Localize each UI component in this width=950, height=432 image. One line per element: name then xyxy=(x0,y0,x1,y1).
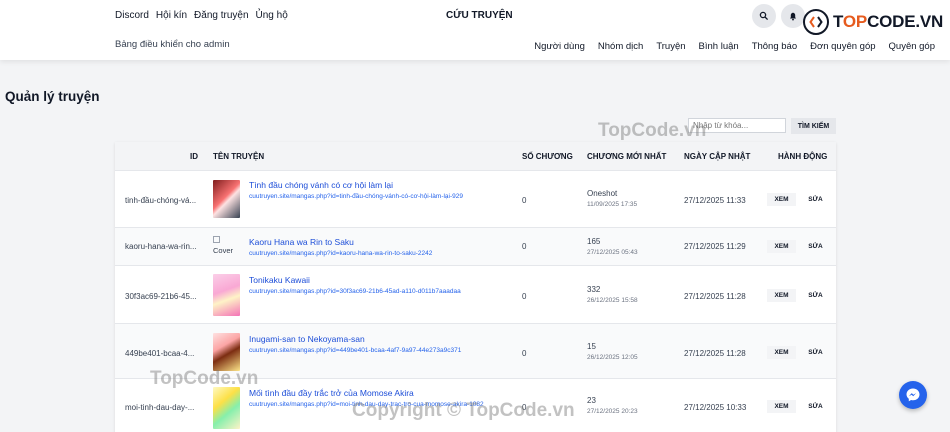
nav-dang-truyen[interactable]: Đăng truyện xyxy=(194,10,248,21)
manga-table: ID TÊN TRUYỆN SỐ CHƯƠNG CHƯƠNG MỚI NHẤT … xyxy=(115,142,836,432)
top-nav: Discord Hội kín Đăng truyện Ủng hộ xyxy=(115,10,288,21)
nav-discord[interactable]: Discord xyxy=(115,10,149,21)
nav-hoi-kin[interactable]: Hội kín xyxy=(156,10,187,21)
manga-url-link[interactable]: cuutruyen.site/mangas.php?id=449be401-bc… xyxy=(249,347,461,354)
page-title: Quản lý truyện xyxy=(5,89,100,104)
chapter-count: 0 xyxy=(522,403,527,412)
edit-button[interactable]: SỬA xyxy=(801,400,830,413)
brand-title[interactable]: CỨU TRUYỆN xyxy=(446,10,513,21)
cover-alt-text: Cover xyxy=(213,246,234,255)
admin-nav-users[interactable]: Người dùng xyxy=(534,41,585,52)
row-id: moi-tinh-dau-day-... xyxy=(125,403,195,412)
logo-text: TOPCODE.VN xyxy=(833,12,944,31)
table-row: moi-tinh-dau-day-... Mối tình đầu đầy tr… xyxy=(115,378,836,432)
manga-url-link[interactable]: cuutruyen.site/mangas.php?id=tinh-đầu-ch… xyxy=(249,193,463,200)
cover-image[interactable] xyxy=(213,333,240,371)
latest-chapter-date: 27/12/2025 20:23 xyxy=(587,408,638,415)
admin-nav-notifications[interactable]: Thông báo xyxy=(752,41,797,52)
table-row: tinh-đầu-chóng-vá... Tình đầu chóng vánh… xyxy=(115,170,836,227)
latest-chapter-date: 26/12/2025 12:05 xyxy=(587,354,638,361)
row-id: kaoru-hana-wa-rin... xyxy=(125,242,197,251)
messenger-chat-button[interactable] xyxy=(899,381,927,409)
view-button[interactable]: XEM xyxy=(767,400,796,413)
admin-subtitle: Bảng điều khiển cho admin xyxy=(115,39,230,50)
broken-image-icon xyxy=(213,236,220,243)
cover-image[interactable] xyxy=(213,387,240,429)
updated-date: 27/12/2025 11:29 xyxy=(684,242,746,251)
manga-title-link[interactable]: Kaoru Hana wa Rin to Saku xyxy=(249,237,354,247)
edit-button[interactable]: SỬA xyxy=(801,193,830,206)
view-button[interactable]: XEM xyxy=(767,289,796,302)
search-submit-button[interactable]: TÌM KIẾM xyxy=(791,118,836,134)
manga-title-link[interactable]: Tonikaku Kawaii xyxy=(249,275,310,285)
row-id: tinh-đầu-chóng-vá... xyxy=(125,196,197,205)
col-actions: HÀNH ĐỘNG xyxy=(778,152,828,161)
manga-url-link[interactable]: cuutruyen.site/mangas.php?id=moi-tinh-da… xyxy=(249,401,484,408)
admin-nav-groups[interactable]: Nhóm dịch xyxy=(598,41,643,52)
edit-button[interactable]: SỬA xyxy=(801,289,830,302)
topcode-logo: TOPCODE.VN xyxy=(803,9,943,35)
latest-chapter-date: 26/12/2025 15:58 xyxy=(587,297,638,304)
admin-nav: Người dùng Nhóm dịch Truyện Bình luận Th… xyxy=(534,41,935,52)
view-button[interactable]: XEM xyxy=(767,193,796,206)
chapter-count: 0 xyxy=(522,349,527,358)
chapter-count: 0 xyxy=(522,292,527,301)
edit-button[interactable]: SỬA xyxy=(801,346,830,359)
chapter-count: 0 xyxy=(522,242,527,251)
app-header: Discord Hội kín Đăng truyện Ủng hộ CỨU T… xyxy=(0,0,950,60)
chapter-count: 0 xyxy=(522,196,527,205)
admin-nav-donations[interactable]: Quyên góp xyxy=(889,41,935,52)
cover-image[interactable] xyxy=(213,274,240,316)
latest-chapter: 23 xyxy=(587,396,596,405)
manga-title-link[interactable]: Tình đầu chóng vánh có cơ hội làm lại xyxy=(249,180,393,190)
search-button[interactable] xyxy=(752,4,776,28)
col-id: ID xyxy=(190,152,198,161)
row-id: 30f3ac69-21b6-45... xyxy=(125,292,197,301)
latest-chapter-date: 27/12/2025 05:43 xyxy=(587,249,638,256)
logo-mark xyxy=(803,9,829,35)
admin-nav-donation-requests[interactable]: Đơn quyên góp xyxy=(810,41,875,52)
row-id: 449be401-bcaa-4... xyxy=(125,349,195,358)
bell-icon xyxy=(790,12,796,21)
edit-button[interactable]: SỬA xyxy=(801,240,830,253)
admin-nav-comments[interactable]: Bình luận xyxy=(699,41,739,52)
code-bracket-icon xyxy=(809,16,823,28)
search-input[interactable] xyxy=(688,118,786,133)
col-chapters: SỐ CHƯƠNG xyxy=(522,152,573,161)
updated-date: 27/12/2025 11:28 xyxy=(684,292,746,301)
search-icon xyxy=(759,11,769,21)
nav-ung-ho[interactable]: Ủng hộ xyxy=(256,10,288,21)
col-updated: NGÀY CẬP NHẬT xyxy=(684,152,751,161)
latest-chapter: Oneshot xyxy=(587,189,618,198)
view-button[interactable]: XEM xyxy=(767,346,796,359)
manga-url-link[interactable]: cuutruyen.site/mangas.php?id=kaoru-hana-… xyxy=(249,250,432,257)
cover-image[interactable] xyxy=(213,180,240,218)
updated-date: 27/12/2025 11:28 xyxy=(684,349,746,358)
latest-chapter: 165 xyxy=(587,237,601,246)
col-latest: CHƯƠNG MỚI NHẤT xyxy=(587,152,667,161)
manga-title-link[interactable]: Inugami-san to Nekoyama-san xyxy=(249,334,365,344)
latest-chapter-date: 11/09/2025 17:35 xyxy=(587,201,638,208)
cover-image-broken[interactable] xyxy=(213,236,220,243)
notification-button[interactable] xyxy=(781,4,805,28)
manga-url-link[interactable]: cuutruyen.site/mangas.php?id=30f3ac69-21… xyxy=(249,288,461,295)
updated-date: 27/12/2025 11:33 xyxy=(684,196,746,205)
latest-chapter: 15 xyxy=(587,342,596,351)
table-row: 30f3ac69-21b6-45... Tonikaku Kawaii cuut… xyxy=(115,265,836,323)
admin-nav-stories[interactable]: Truyện xyxy=(656,41,685,52)
messenger-icon xyxy=(906,388,920,402)
manga-title-link[interactable]: Mối tình đầu đầy trắc trở của Momose Aki… xyxy=(249,388,414,398)
view-button[interactable]: XEM xyxy=(767,240,796,253)
table-row: kaoru-hana-wa-rin... Cover Kaoru Hana wa… xyxy=(115,227,836,265)
col-title: TÊN TRUYỆN xyxy=(213,152,265,161)
updated-date: 27/12/2025 10:33 xyxy=(684,403,747,412)
table-header: ID TÊN TRUYỆN SỐ CHƯƠNG CHƯƠNG MỚI NHẤT … xyxy=(115,142,836,170)
table-row: 449be401-bcaa-4... Inugami-san to Nekoya… xyxy=(115,323,836,378)
latest-chapter: 332 xyxy=(587,285,601,294)
